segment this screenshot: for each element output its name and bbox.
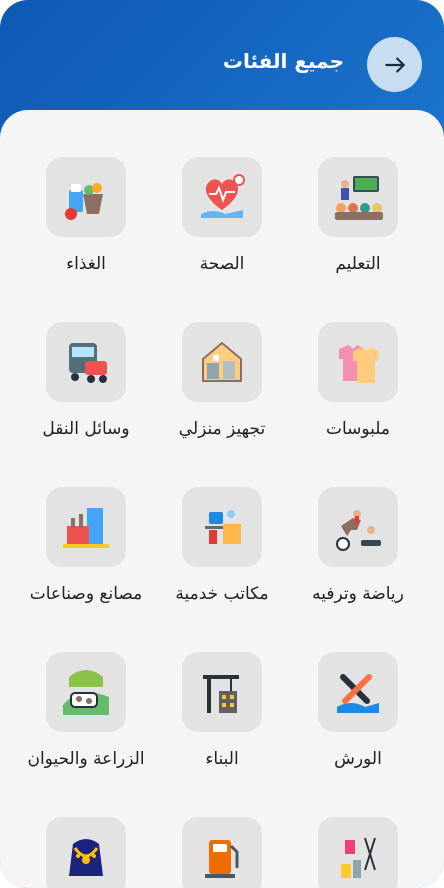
category-label: وسائل النقل (42, 419, 130, 439)
health-icon (201, 174, 245, 218)
category-label: ملبوسات (325, 419, 391, 439)
category-label: مصانع وصناعات (29, 584, 143, 604)
category-jewelry[interactable] (21, 817, 151, 888)
category-fuel-station[interactable] (157, 817, 287, 888)
construction-icon (203, 675, 239, 713)
categories-sheet: التعليم الصحة الغذاء ملبوسات تجهيز منزلي… (0, 110, 444, 888)
factory-icon (63, 508, 109, 548)
category-clothes[interactable]: ملبوسات (293, 322, 423, 442)
category-home-equipment[interactable]: تجهيز منزلي (157, 322, 287, 442)
category-farm[interactable]: الزراعة والحيوان (21, 652, 151, 772)
back-button[interactable] (367, 37, 422, 92)
workshop-icon (337, 674, 379, 713)
category-label: البناء (205, 749, 239, 769)
fuel-station-icon (205, 840, 239, 878)
category-label: الورش (334, 749, 382, 769)
farm-icon (63, 670, 109, 715)
category-office[interactable]: مكاتب خدمية (157, 487, 287, 607)
app-frame: جميع الفئات التعليم الصحة الغذاء ملبوسات… (0, 0, 444, 888)
category-label: مكاتب خدمية (175, 584, 269, 604)
category-education[interactable]: التعليم (293, 157, 423, 277)
clothes-icon (339, 345, 379, 383)
category-label: رياضة وترفيه (312, 584, 404, 604)
category-factory[interactable]: مصانع وصناعات (21, 487, 151, 607)
transport-icon (69, 343, 107, 383)
category-label: الزراعة والحيوان (27, 749, 145, 769)
category-label: تجهيز منزلي (178, 419, 266, 439)
category-transport[interactable]: وسائل النقل (21, 322, 151, 442)
category-health[interactable]: الصحة (157, 157, 287, 277)
jewelry-icon (69, 839, 103, 876)
office-icon (205, 510, 241, 544)
category-workshop[interactable]: الورش (293, 652, 423, 772)
category-label: التعليم (335, 254, 381, 274)
category-label: الصحة (199, 254, 245, 274)
category-sports[interactable]: رياضة وترفيه (293, 487, 423, 607)
sports-icon (336, 510, 381, 551)
page-title: جميع الفئات (222, 49, 344, 73)
category-label: الغذاء (66, 254, 106, 274)
food-icon (65, 183, 103, 220)
category-construction[interactable]: البناء (157, 652, 287, 772)
home-equipment-icon (202, 341, 242, 382)
category-food[interactable]: الغذاء (21, 157, 151, 277)
education-icon (335, 176, 383, 220)
arrow-right-icon (384, 56, 405, 73)
category-beauty[interactable] (293, 817, 423, 888)
beauty-icon (341, 837, 376, 878)
